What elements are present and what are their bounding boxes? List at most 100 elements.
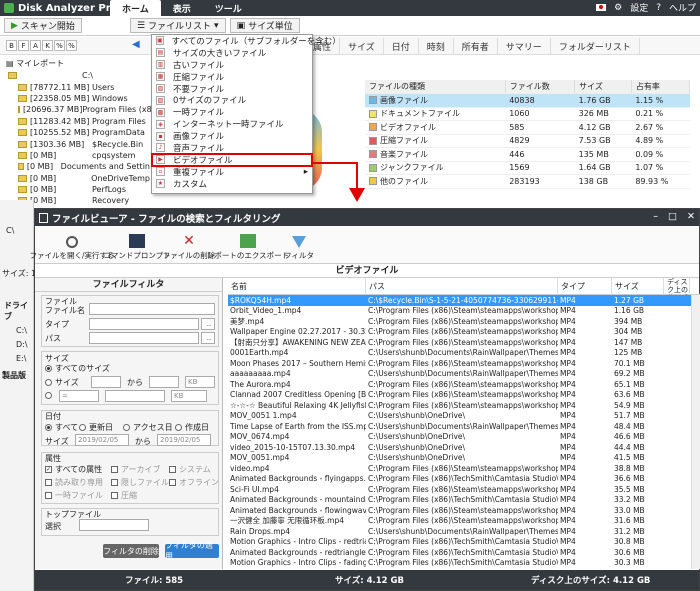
col-time[interactable]: 時刻 — [419, 38, 454, 55]
file-row[interactable]: aaaaaaaaa.mp4 C:\Users\shunb\Documents\Ra… — [228, 369, 700, 380]
tree-item[interactable]: [10255.52 MB] ProgramData — [0, 127, 150, 138]
col-path[interactable]: パス — [366, 278, 558, 295]
file-row[interactable]: Motion Graphics - Intro Clips - redtrian… — [228, 537, 700, 548]
file-row[interactable]: Wallpaper Engine 02.27.2017 - 30.32.39.0… — [228, 327, 700, 338]
modified-radio[interactable]: 更新日 — [79, 422, 113, 433]
menu-item[interactable]: ▣ すべてのファイル（サブフォルダーを含む） — [152, 35, 341, 47]
fmt-button[interactable]: % — [54, 40, 65, 51]
tab-home[interactable]: ホーム — [110, 0, 161, 16]
menu-item[interactable]: ▧ 不要ファイル — [152, 83, 312, 95]
size-eq-unit-select[interactable]: KB — [171, 390, 207, 402]
file-row[interactable]: The Aurora.mp4 C:\Program Files (x86)\Ste… — [228, 379, 700, 390]
tree-item[interactable]: [22358.05 MB] Windows — [0, 93, 150, 104]
file-row[interactable]: MOV_0674.mp4 C:\Users\shunb\OneDrive\ MP4 4… — [228, 432, 700, 443]
temp-checkbox[interactable]: 一時ファイル — [45, 490, 103, 501]
ft-header[interactable]: 占有率 — [631, 80, 691, 94]
all-attr-checkbox[interactable]: ✓ すべての属性 — [45, 464, 102, 475]
all-sizes-radio[interactable]: すべてのサイズ — [45, 363, 110, 374]
delete-button[interactable]: ✕ ファイルの削除 — [163, 234, 216, 261]
left-label[interactable]: D:\ — [16, 340, 28, 349]
menu-item[interactable]: ▨ 0サイズのファイル — [152, 94, 312, 106]
col-folderlist[interactable]: フォルダーリスト — [551, 38, 640, 55]
filetype-row[interactable]: ドキュメントファイル 1060 326 MB 0.21 % — [365, 107, 690, 121]
file-row[interactable]: Animated Backgrounds - flowingwaves.mp4C… — [228, 505, 700, 516]
clear-filter-button[interactable]: フィルタの削除 — [103, 544, 159, 558]
access-radio[interactable]: アクセス日 — [123, 422, 173, 433]
offline-checkbox[interactable]: オフライン — [169, 477, 219, 488]
tree-item[interactable]: [0 MB] Documents and Settin — [0, 161, 150, 172]
size-to-input[interactable] — [149, 376, 179, 388]
col-name[interactable]: 名前 — [228, 278, 366, 295]
tree-item[interactable]: C:\ — [0, 70, 150, 81]
back-icon[interactable]: ◀ — [132, 39, 140, 50]
fmt-button[interactable]: A — [30, 40, 41, 51]
filetype-row[interactable]: ジャンクファイル 1569 1.64 GB 1.07 % — [365, 161, 690, 175]
sizeunit-button[interactable]: ▣ サイズ単位 — [229, 18, 300, 33]
col-date[interactable]: 日付 — [384, 38, 419, 55]
tree-item[interactable]: [0 MB] cpqsystem — [0, 150, 150, 161]
tree-item[interactable]: [0 MB] PerfLogs — [0, 184, 150, 195]
file-row[interactable]: Moon Phases 2017 – Southern Hemisphere .… — [228, 358, 700, 369]
col-type[interactable]: タイプ — [558, 278, 612, 295]
top-select[interactable] — [79, 519, 149, 531]
filter-button[interactable]: フィルタ — [284, 236, 314, 261]
apply-filter-button[interactable]: フィルタの適用 — [165, 541, 219, 561]
filename-input[interactable] — [89, 303, 215, 315]
menu-item[interactable]: ▤ サイズの大きいファイル — [152, 47, 312, 59]
file-row[interactable]: MOV_0051 1.mp4 C:\Users\shunb\OneDrive\ MP… — [228, 411, 700, 422]
fmt-button[interactable]: B — [6, 40, 17, 51]
tree-item[interactable]: [0 MB] OneDriveTemp — [0, 173, 150, 184]
file-row[interactable]: 一沢健全 加藤寧 无限循环板.mp4 C:\Program Files (x86)… — [228, 516, 700, 527]
fmt-button[interactable]: K — [42, 40, 53, 51]
created-radio[interactable]: 作成日 — [175, 422, 209, 433]
filetype-row[interactable]: 画像ファイル 40838 1.76 GB 1.15 % — [365, 93, 690, 108]
readonly-checkbox[interactable]: 読み取り専用 — [45, 477, 103, 488]
menu-item[interactable]: ▪ 画像ファイル — [152, 130, 312, 142]
menu-item[interactable]: ♪ 音声ファイル — [152, 142, 312, 154]
gear-icon[interactable]: ⚙ — [614, 3, 622, 13]
filetype-row[interactable]: 音楽ファイル 446 135 MB 0.09 % — [365, 147, 690, 162]
file-row[interactable]: Sci-Fi UI.mp4 C:\Program Files (x86)\Stea… — [228, 484, 700, 495]
size-eq-input[interactable] — [105, 390, 165, 402]
left-label[interactable]: E:\ — [16, 354, 26, 363]
menu-item[interactable]: ▩ 一時ファイル — [152, 106, 312, 118]
type-browse-button[interactable]: .. — [201, 318, 215, 330]
flag-icon[interactable] — [596, 4, 607, 11]
filetype-row[interactable]: 圧縮ファイル 4829 7.53 GB 4.89 % — [365, 134, 690, 148]
file-row[interactable]: video.mp4 C:\Program Files (x86)\Steam\st… — [228, 463, 700, 474]
help-label[interactable]: ヘルプ — [669, 1, 696, 14]
menu-item[interactable]: ★ カスタム — [152, 178, 312, 190]
filetype-row[interactable]: 他のファイル 283193 138 GB 89.93 % — [365, 174, 690, 189]
export-button[interactable]: レポートのエクスポート — [207, 234, 289, 261]
file-row[interactable]: Animated Backgrounds - mountaindawn.m...… — [228, 495, 700, 506]
fmt-button[interactable]: F — [18, 40, 29, 51]
menu-item[interactable]: ▥ 古いファイル — [152, 59, 312, 71]
file-row[interactable]: video_2015-10-15T07.13.30.mp4 C:\Users\sh… — [228, 442, 700, 453]
fmt-button[interactable]: % — [66, 40, 77, 51]
archive-checkbox[interactable]: アーカイブ — [111, 464, 161, 475]
tree-item[interactable]: [78772.11 MB] Users — [0, 81, 150, 92]
scrollbar[interactable] — [691, 295, 700, 569]
tab-view[interactable]: 表示 — [161, 0, 203, 16]
file-row[interactable]: Rain Drops.mp4 C:\Users\shunb\Documents\R… — [228, 526, 700, 537]
file-row[interactable]: 0001Earth.mp4 C:\Users\shunb\Documents\Ra… — [228, 348, 700, 359]
hidden-checkbox[interactable]: 隠しファイル — [111, 477, 169, 488]
size-unit-select[interactable]: KB — [185, 376, 215, 388]
path-input[interactable] — [89, 332, 199, 344]
help-icon[interactable]: ? — [656, 3, 661, 13]
tree-item[interactable]: [11283.42 MB] Program Files — [0, 116, 150, 127]
path-browse-button[interactable]: .. — [201, 332, 215, 344]
col-size[interactable]: サイズ — [612, 278, 664, 295]
menu-item[interactable]: ▫ 重複ファイル ▸ — [152, 166, 312, 178]
size-eq-radio[interactable] — [45, 391, 55, 400]
col-size[interactable]: サイズ — [340, 38, 384, 55]
date-from-input[interactable]: 2019/02/05 — [75, 434, 129, 446]
file-row[interactable]: Motion Graphics - Intro Clips - fadingsq… — [228, 558, 700, 569]
minimize-icon[interactable]: – — [653, 211, 658, 222]
type-input[interactable] — [89, 318, 199, 330]
close-icon[interactable]: ✕ — [687, 211, 695, 222]
col-disk-size[interactable]: ディスク上のサイズ — [664, 278, 690, 295]
col-owner[interactable]: 所有者 — [454, 38, 498, 55]
file-row[interactable]: $ROKQ54H.mp4 C:\$Recycle.Bin\S-1-5-21-405… — [228, 295, 700, 306]
left-label[interactable]: C:\ — [16, 326, 27, 335]
